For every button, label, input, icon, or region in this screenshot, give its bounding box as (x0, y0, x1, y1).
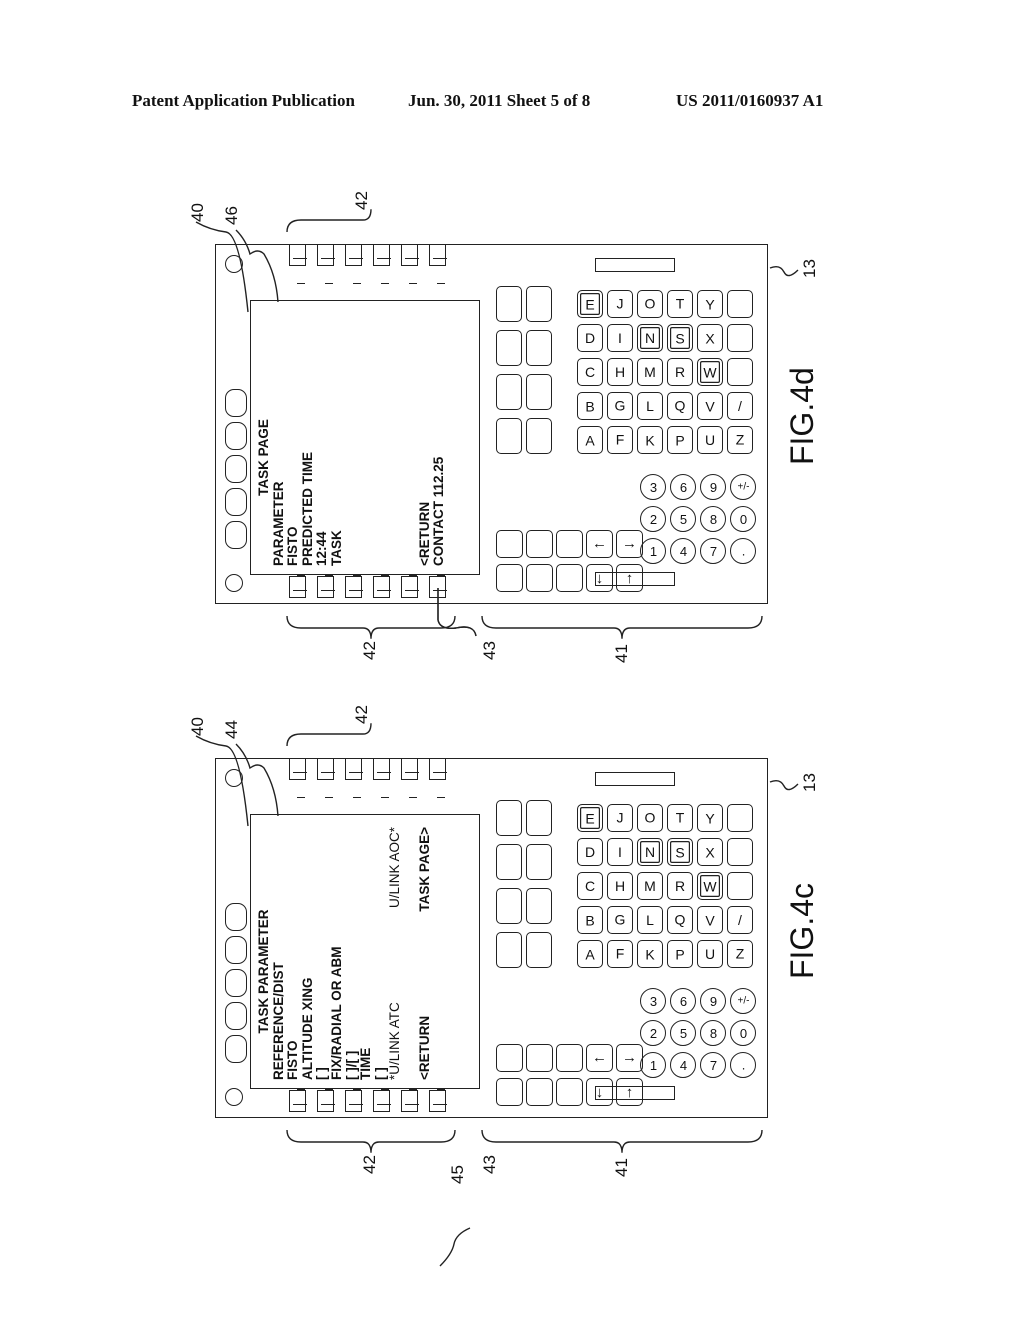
ref-42-top: 42 (352, 705, 371, 724)
brace-keyboard (481, 1129, 763, 1153)
ref-43: 43 (480, 1155, 499, 1174)
ref-13: 13 (800, 773, 819, 792)
leader-page (235, 229, 279, 303)
ref-page: 44 (222, 720, 241, 739)
annotation-leaders (195, 209, 799, 1267)
ref-45: 45 (448, 1165, 467, 1184)
brace-soft-keys-top (286, 209, 372, 233)
brace-soft-keys-top (286, 723, 372, 747)
brace-soft-keys-bottom (286, 1129, 456, 1153)
figure-label: FIG.4d (784, 367, 820, 465)
ref-41: 41 (612, 1158, 631, 1177)
ref-42-bottom: 42 (360, 641, 379, 660)
leader-45 (439, 1227, 471, 1267)
ref-41: 41 (612, 644, 631, 663)
figure-label: FIG.4c (784, 882, 820, 979)
ref-13: 13 (800, 259, 819, 278)
ref-42-top: 42 (352, 191, 371, 210)
leader-page (235, 743, 279, 817)
ref-40: 40 (188, 203, 207, 222)
brace-soft-keys-bottom (286, 615, 456, 639)
ref-43: 43 (480, 641, 499, 660)
leader-43 (437, 588, 477, 637)
brace-keyboard (481, 615, 763, 639)
ref-page: 46 (222, 206, 241, 225)
leader-13 (769, 779, 799, 791)
ref-40: 40 (188, 717, 207, 736)
ref-42-bottom: 42 (360, 1155, 379, 1174)
leader-13 (769, 265, 799, 277)
